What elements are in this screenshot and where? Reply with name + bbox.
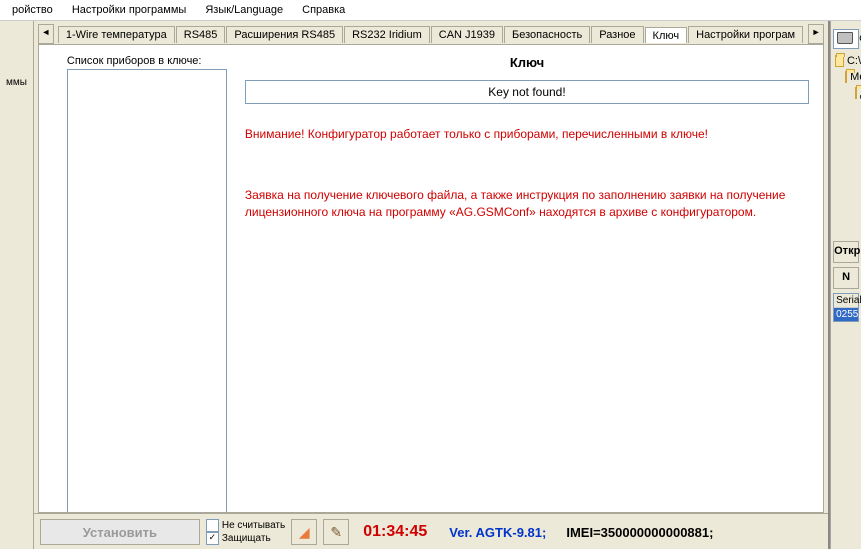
install-button[interactable]: Установить bbox=[40, 519, 200, 545]
tab-key[interactable]: Ключ bbox=[645, 27, 688, 43]
key-content: Ключ Key not found! Внимание! Конфигурат… bbox=[227, 55, 809, 513]
eraser-icon: ◢ bbox=[299, 524, 310, 541]
tabs-row: ◄ 1-Wire температура RS485 Расширения RS… bbox=[34, 21, 828, 44]
menu-item-settings[interactable]: Настройки программы bbox=[64, 0, 194, 20]
left-sidebar: ммы bbox=[0, 21, 34, 549]
key-warning-text: Внимание! Конфигуратор работает только с… bbox=[245, 126, 809, 143]
tree-node-monitor[interactable]: Мони bbox=[835, 69, 861, 85]
tree-node-c2[interactable]: C bbox=[835, 149, 861, 165]
tab-scroll-left[interactable]: ◄ bbox=[38, 24, 54, 44]
device-list[interactable] bbox=[67, 69, 227, 513]
tab-scroll-right[interactable]: ► bbox=[808, 24, 824, 44]
brush-icon: ✎ bbox=[330, 524, 342, 541]
folder-open-icon bbox=[845, 71, 847, 83]
checkbox-protect[interactable]: ✓ Защищать bbox=[206, 532, 285, 545]
checkbox-protect-box[interactable]: ✓ bbox=[206, 532, 219, 545]
tabs-container: 1-Wire температура RS485 Расширения RS48… bbox=[58, 26, 804, 43]
device-list-column: Список приборов в ключе: bbox=[67, 55, 227, 513]
key-heading: Ключ bbox=[245, 55, 809, 70]
drive-selector[interactable]: c: [] bbox=[833, 29, 859, 49]
menu-item-device[interactable]: ройство bbox=[4, 0, 61, 20]
tab-content: Список приборов в ключе: Ключ Key not fo… bbox=[38, 44, 824, 513]
center-panel: ◄ 1-Wire температура RS485 Расширения RS… bbox=[34, 21, 830, 549]
tree-node-c1[interactable]: C bbox=[835, 133, 861, 149]
status-time: 01:34:45 bbox=[355, 523, 435, 541]
status-version: Ver. AGTK-9.81; bbox=[441, 525, 554, 540]
checkbox-column: Не считывать ✓ Защищать bbox=[206, 519, 285, 545]
n-button[interactable]: N bbox=[833, 267, 859, 289]
tab-rs485-ext[interactable]: Расширения RS485 bbox=[226, 26, 343, 43]
menu-bar: ройство Настройки программы Язык/Languag… bbox=[0, 0, 861, 21]
tab-security[interactable]: Безопасность bbox=[504, 26, 590, 43]
tab-onewire-temp[interactable]: 1-Wire температура bbox=[58, 26, 175, 43]
key-info-text: Заявка на получение ключевого файла, а т… bbox=[245, 187, 809, 221]
tree-root[interactable]: C:\ bbox=[835, 53, 861, 69]
open-button[interactable]: Откры bbox=[833, 241, 859, 263]
menu-item-language[interactable]: Язык/Language bbox=[197, 0, 291, 20]
tab-program-settings[interactable]: Настройки програм bbox=[688, 26, 803, 43]
folder-open-icon bbox=[855, 87, 857, 99]
tree-node-de[interactable]: DE bbox=[835, 117, 861, 133]
right-panel: c: [] C:\ Мони Дис Aut DE C C Откры N Se… bbox=[830, 21, 861, 549]
drive-icon bbox=[837, 32, 853, 44]
brush-button[interactable]: ✎ bbox=[323, 519, 349, 545]
serial-list: Serial num 0255116 bbox=[833, 293, 859, 322]
status-imei: IMEI=350000000000881; bbox=[560, 525, 719, 540]
checkbox-noread[interactable]: Не считывать bbox=[206, 519, 285, 532]
device-list-label: Список приборов в ключе: bbox=[67, 55, 227, 67]
bottom-bar: Установить Не считывать ✓ Защищать ◢ ✎ 0… bbox=[34, 513, 828, 549]
key-status-box: Key not found! bbox=[245, 80, 809, 104]
folder-tree: C:\ Мони Дис Aut DE C C bbox=[835, 53, 861, 177]
main-area: ммы ◄ 1-Wire температура RS485 Расширени… bbox=[0, 21, 861, 549]
checkbox-noread-label: Не считывать bbox=[222, 519, 285, 532]
tab-rs232-iridium[interactable]: RS232 Iridium bbox=[344, 26, 430, 43]
folder-open-icon bbox=[835, 55, 844, 67]
checkbox-protect-label: Защищать bbox=[222, 532, 271, 545]
tree-node-disk[interactable]: Дис bbox=[835, 85, 861, 101]
menu-item-help[interactable]: Справка bbox=[294, 0, 353, 20]
tab-rs485[interactable]: RS485 bbox=[176, 26, 226, 43]
tab-can-j1939[interactable]: CAN J1939 bbox=[431, 26, 503, 43]
eraser-button[interactable]: ◢ bbox=[291, 519, 317, 545]
serial-row[interactable]: 0255116 bbox=[834, 308, 858, 321]
tab-misc[interactable]: Разное bbox=[591, 26, 643, 43]
serial-header[interactable]: Serial num bbox=[834, 294, 858, 308]
tree-node-selected[interactable] bbox=[835, 165, 861, 177]
tree-node-aut[interactable]: Aut bbox=[835, 101, 861, 117]
sidebar-cut-label: ммы bbox=[6, 77, 27, 88]
checkbox-noread-box[interactable] bbox=[206, 519, 219, 532]
